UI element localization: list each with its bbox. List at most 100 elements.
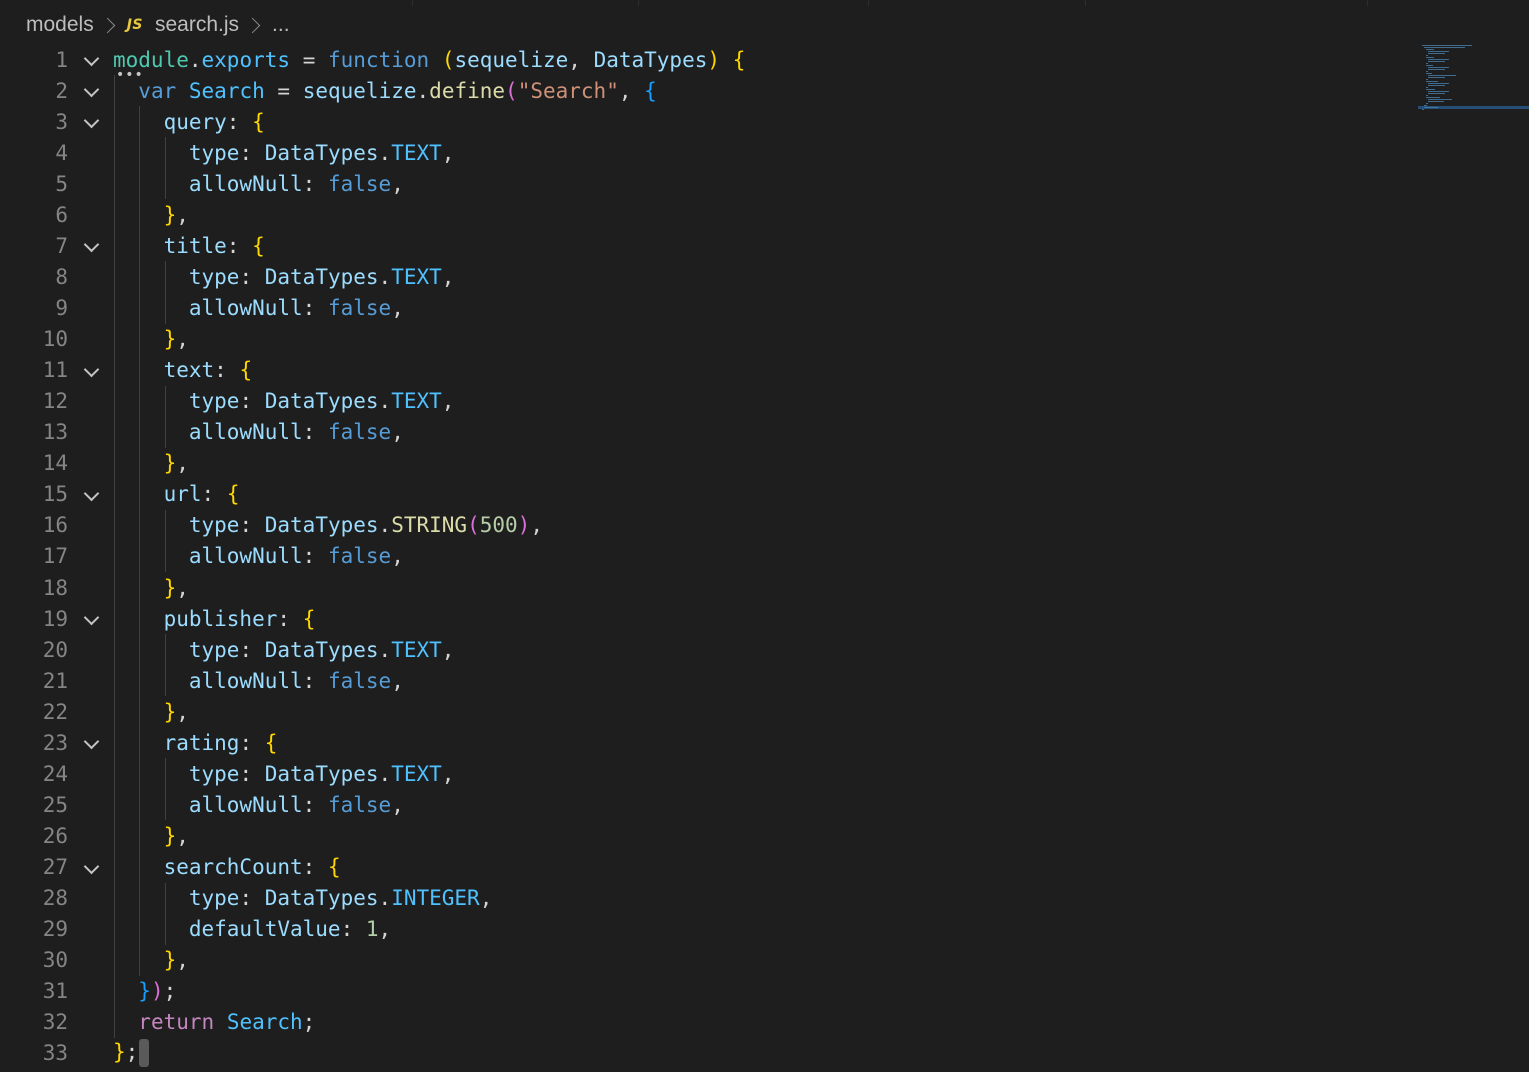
minimap-line xyxy=(1428,83,1449,84)
code-text: searchCount: { xyxy=(163,855,341,880)
code-line[interactable]: 26 }, xyxy=(0,821,1410,852)
code-line[interactable]: 1 module.exports = function (sequelize, D… xyxy=(0,44,1410,75)
code-line[interactable]: 16 type: DataTypes.STRING(500), xyxy=(0,510,1410,541)
code-line[interactable]: 20 type: DataTypes.TEXT, xyxy=(0,634,1410,665)
code-text: allowNull: false, xyxy=(188,295,404,320)
code-line[interactable]: 28 type: DataTypes.INTEGER, xyxy=(0,883,1410,914)
minimap-line xyxy=(1428,51,1449,52)
code-text: defaultValue: 1, xyxy=(188,917,392,942)
fold-chevron-icon[interactable] xyxy=(83,361,100,377)
line-number: 25 xyxy=(42,792,68,817)
code-line[interactable]: 12 type: DataTypes.TEXT, xyxy=(0,386,1410,417)
fold-chevron-icon[interactable] xyxy=(83,237,100,253)
code-line[interactable]: 2 var Search = sequelize.define("Search"… xyxy=(0,75,1410,106)
minimap-line xyxy=(1426,65,1433,66)
code-line[interactable]: 9 allowNull: false, xyxy=(0,292,1410,323)
minimap-line xyxy=(1422,45,1472,46)
fold-chevron-icon[interactable] xyxy=(83,734,100,750)
code-line[interactable]: 4 type: DataTypes.TEXT, xyxy=(0,137,1410,168)
line-number: 30 xyxy=(42,948,68,973)
code-line[interactable]: 14 }, xyxy=(0,448,1410,479)
code-line[interactable]: 3 query: { xyxy=(0,106,1410,137)
line-number: 29 xyxy=(42,917,68,942)
code-line[interactable]: 24 type: DataTypes.TEXT, xyxy=(0,758,1410,789)
code-line[interactable]: 11 text: { xyxy=(0,355,1410,386)
minimap-line xyxy=(1426,87,1428,88)
code-line[interactable]: 25 allowNull: false, xyxy=(0,789,1410,820)
text-cursor xyxy=(139,1039,150,1068)
indent-guide xyxy=(164,758,166,821)
code-line[interactable]: 18 }, xyxy=(0,572,1410,603)
fold-chevron-icon[interactable] xyxy=(83,50,100,67)
minimap-line xyxy=(1424,105,1427,106)
code-text: allowNull: false, xyxy=(188,792,404,817)
line-number: 10 xyxy=(42,327,68,352)
line-number: 31 xyxy=(42,979,68,1004)
line-number: 24 xyxy=(42,761,68,786)
code-editor[interactable]: 1 module.exports = function (sequelize, D… xyxy=(0,43,1529,1072)
code-line[interactable]: 5 allowNull: false, xyxy=(0,168,1410,199)
line-number: 11 xyxy=(42,358,68,383)
chevron-right-icon xyxy=(244,17,261,33)
fold-chevron-icon[interactable] xyxy=(83,858,100,874)
code-text: module.exports = function (sequelize, Da… xyxy=(113,47,746,72)
code-line[interactable]: 23 rating: { xyxy=(0,727,1410,758)
code-line[interactable]: 17 allowNull: false, xyxy=(0,541,1410,572)
line-number: 7 xyxy=(55,233,68,258)
minimap-line xyxy=(1428,99,1452,100)
code-line[interactable]: 33}; xyxy=(0,1038,1410,1069)
code-text: }, xyxy=(163,575,189,600)
indent-guide xyxy=(164,137,166,200)
code-line[interactable]: 7 title: { xyxy=(0,230,1410,261)
fold-chevron-icon[interactable] xyxy=(83,112,100,129)
minimap-line xyxy=(1428,75,1456,76)
minimap[interactable] xyxy=(1418,43,1529,113)
folded-ellipsis-icon[interactable]: ••• xyxy=(116,68,144,82)
minimap-line xyxy=(1428,85,1445,86)
line-number: 18 xyxy=(42,575,68,600)
line-number: 4 xyxy=(55,140,68,165)
code-line[interactable]: 21 allowNull: false, xyxy=(0,665,1410,696)
code-text: type: DataTypes.INTEGER, xyxy=(188,886,493,911)
code-text: var Search = sequelize.define("Search", … xyxy=(138,78,657,103)
minimap-line xyxy=(1422,109,1424,110)
code-text: publisher: { xyxy=(163,606,316,631)
minimap-line xyxy=(1426,103,1428,104)
code-line[interactable]: 15 url: { xyxy=(0,479,1410,510)
minimap-line xyxy=(1426,71,1428,72)
minimap-line xyxy=(1428,101,1444,102)
code-line[interactable]: 31 }); xyxy=(0,976,1410,1007)
line-number: 32 xyxy=(42,1010,68,1035)
line-number: 33 xyxy=(42,1041,68,1066)
minimap-line xyxy=(1424,107,1438,108)
code-line[interactable]: 6 }, xyxy=(0,199,1410,230)
minimap-line xyxy=(1426,89,1435,90)
line-number: 13 xyxy=(42,420,68,445)
code-text: allowNull: false, xyxy=(188,171,404,196)
code-line[interactable]: 29 defaultValue: 1, xyxy=(0,914,1410,945)
code-line[interactable]: 10 }, xyxy=(0,324,1410,355)
code-line[interactable]: 22 }, xyxy=(0,696,1410,727)
code-text: }, xyxy=(163,451,189,476)
code-line[interactable]: 8 type: DataTypes.TEXT, xyxy=(0,261,1410,292)
javascript-file-icon: JS xyxy=(126,17,143,33)
line-number: 14 xyxy=(42,451,68,476)
indent-guide xyxy=(114,75,115,1038)
line-number: 21 xyxy=(42,668,68,693)
code-line[interactable]: 32 return Search; xyxy=(0,1007,1410,1038)
code-line[interactable]: 13 allowNull: false, xyxy=(0,417,1410,448)
fold-chevron-icon[interactable] xyxy=(83,609,100,626)
minimap-line xyxy=(1424,47,1465,48)
line-number: 12 xyxy=(42,389,68,414)
code-line[interactable]: 30 }, xyxy=(0,945,1410,976)
line-number: 22 xyxy=(42,699,68,724)
code-line[interactable]: 27 searchCount: { xyxy=(0,852,1410,883)
code-line[interactable]: 19 publisher: { xyxy=(0,603,1410,634)
minimap-line xyxy=(1428,69,1445,70)
fold-chevron-icon[interactable] xyxy=(83,81,100,98)
breadcrumb-symbol-ellipsis[interactable]: ... xyxy=(272,13,290,37)
breadcrumb-folder[interactable]: models xyxy=(26,13,94,37)
line-number: 6 xyxy=(55,202,68,227)
fold-chevron-icon[interactable] xyxy=(83,485,100,502)
breadcrumb-file[interactable]: search.js xyxy=(155,13,239,37)
